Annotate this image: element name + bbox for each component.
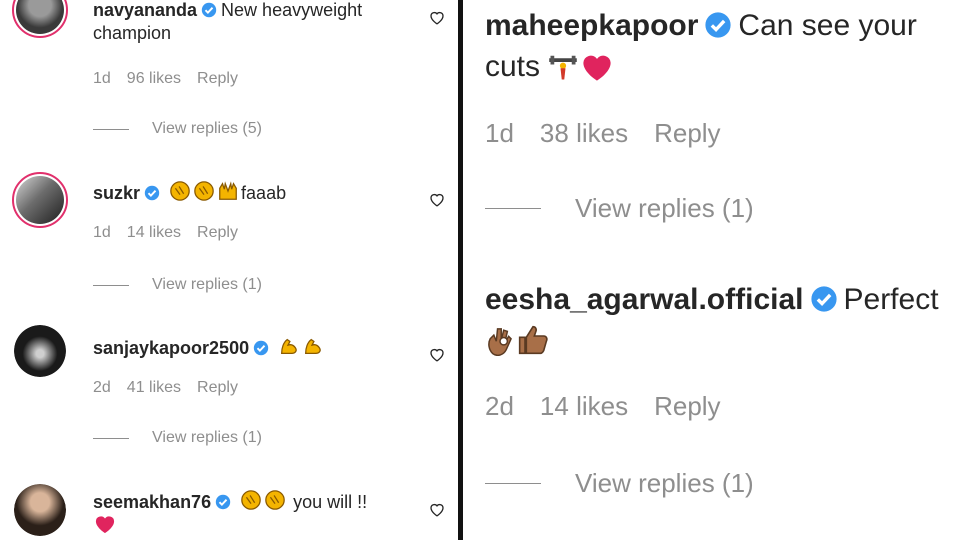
- view-replies-button[interactable]: View replies (1): [93, 276, 262, 294]
- comment-body: eesha_agarwal.official Perfect: [485, 280, 955, 361]
- replies-line: [93, 437, 129, 439]
- comment-likes[interactable]: 38 likes: [540, 118, 628, 148]
- like-heart-icon[interactable]: [429, 10, 445, 25]
- comment-text: Perfect: [843, 283, 939, 316]
- comment-meta: 1d 38 likes Reply: [485, 118, 747, 149]
- comment-sanjaykapoor2500: sanjaykapoor2500 2d 41 likes Reply View re…: [0, 305, 458, 460]
- comment-username[interactable]: eesha_agarwal.official: [485, 283, 804, 316]
- view-replies-label: View replies (1): [575, 193, 754, 223]
- view-replies-label: View replies (1): [152, 429, 262, 446]
- reply-button[interactable]: Reply: [197, 70, 238, 87]
- verified-badge-icon: [144, 185, 160, 201]
- comment-navyananda: navyananda New heavyweight champion 1d 96 …: [0, 0, 458, 150]
- comment-meta: 2d 41 likes Reply: [93, 379, 254, 397]
- reply-button[interactable]: Reply: [654, 391, 720, 421]
- comment-body: maheepkapoor Can see your cuts: [485, 6, 955, 87]
- replies-line: [93, 284, 129, 286]
- verified-badge-icon: [810, 286, 837, 312]
- clap-emoji-icon: [265, 490, 285, 510]
- comment-username[interactable]: sanjaykapoor2500: [93, 338, 249, 358]
- like-heart-icon[interactable]: [429, 347, 445, 362]
- comment-username[interactable]: navyananda: [93, 0, 197, 20]
- view-replies-button[interactable]: View replies (1): [93, 429, 262, 447]
- comment-meta: 2d 14 likes Reply: [485, 391, 747, 422]
- thumbs-up-emoji-icon: [518, 325, 548, 354]
- comment-likes[interactable]: 14 likes: [127, 224, 181, 241]
- clap-emoji-icon: [194, 181, 214, 201]
- clap-emoji-icon: [241, 490, 261, 510]
- right-comments-panel: maheepkapoor Can see your cuts 1d 38 likes…: [463, 0, 960, 540]
- comment-meta: 1d 96 likes Reply: [93, 70, 254, 88]
- comment-username[interactable]: seemakhan76: [93, 492, 211, 512]
- comment-body: sanjaykapoor2500: [93, 335, 413, 360]
- comment-text: you will !!: [293, 492, 368, 512]
- comment-time: 1d: [93, 224, 111, 241]
- verified-badge-icon: [201, 2, 217, 18]
- view-replies-button[interactable]: View replies (1): [485, 468, 754, 499]
- view-replies-label: View replies (5): [152, 120, 262, 137]
- comment-meta: 1d 14 likes Reply: [93, 224, 254, 242]
- comment-likes[interactable]: 41 likes: [127, 379, 181, 396]
- view-replies-button[interactable]: View replies (5): [93, 120, 262, 138]
- view-replies-button[interactable]: View replies (1): [485, 193, 754, 224]
- like-heart-icon[interactable]: [429, 192, 445, 207]
- avatar[interactable]: [12, 0, 68, 38]
- clap-emoji-icon: [170, 181, 190, 201]
- comment-time: 2d: [485, 391, 514, 421]
- comment-likes[interactable]: 14 likes: [540, 391, 628, 421]
- reply-button[interactable]: Reply: [654, 118, 720, 148]
- replies-line: [485, 208, 541, 209]
- comment-time: 2d: [93, 379, 111, 396]
- comment-text: faaab: [241, 183, 287, 203]
- weight-lifter-emoji-icon: [549, 55, 578, 79]
- comment-suzkr: suzkr faaab 1d 14 likes Reply View replies…: [0, 150, 458, 305]
- comment-time: 1d: [93, 70, 111, 87]
- like-heart-icon[interactable]: [429, 502, 445, 517]
- comment-body: seemakhan76 you will !!: [93, 489, 413, 536]
- comment-seemakhan76: seemakhan76 you will !!: [0, 460, 458, 540]
- ok-hand-emoji-icon: [488, 327, 512, 356]
- comment-eesha-agarwal-official: eesha_agarwal.official Perfect 2d 14 likes…: [463, 260, 960, 540]
- avatar[interactable]: [14, 325, 66, 377]
- verified-badge-icon: [705, 12, 732, 38]
- view-replies-label: View replies (1): [575, 468, 754, 498]
- raised-hands-emoji-icon: [219, 181, 237, 200]
- red-heart-emoji-icon: [583, 55, 612, 81]
- comment-body: suzkr faaab: [93, 180, 413, 205]
- red-heart-emoji-icon: [95, 515, 115, 533]
- comment-username[interactable]: suzkr: [93, 183, 140, 203]
- replies-line: [485, 483, 541, 484]
- reply-button[interactable]: Reply: [197, 379, 238, 396]
- comment-likes[interactable]: 96 likes: [127, 70, 181, 87]
- avatar[interactable]: [14, 484, 66, 536]
- comment-username[interactable]: maheepkapoor: [485, 9, 698, 42]
- comment-maheepkapoor: maheepkapoor Can see your cuts 1d 38 likes…: [463, 0, 960, 260]
- comment-body: navyananda New heavyweight champion: [93, 0, 413, 44]
- comment-time: 1d: [485, 118, 514, 148]
- verified-badge-icon: [253, 340, 269, 356]
- flexed-biceps-emoji-icon: [305, 338, 321, 354]
- verified-badge-icon: [215, 494, 231, 510]
- left-comments-panel: navyananda New heavyweight champion 1d 96 …: [0, 0, 458, 540]
- reply-button[interactable]: Reply: [197, 224, 238, 241]
- flexed-biceps-emoji-icon: [281, 338, 297, 354]
- avatar[interactable]: [12, 172, 68, 228]
- replies-line: [93, 128, 129, 130]
- view-replies-label: View replies (1): [152, 276, 262, 293]
